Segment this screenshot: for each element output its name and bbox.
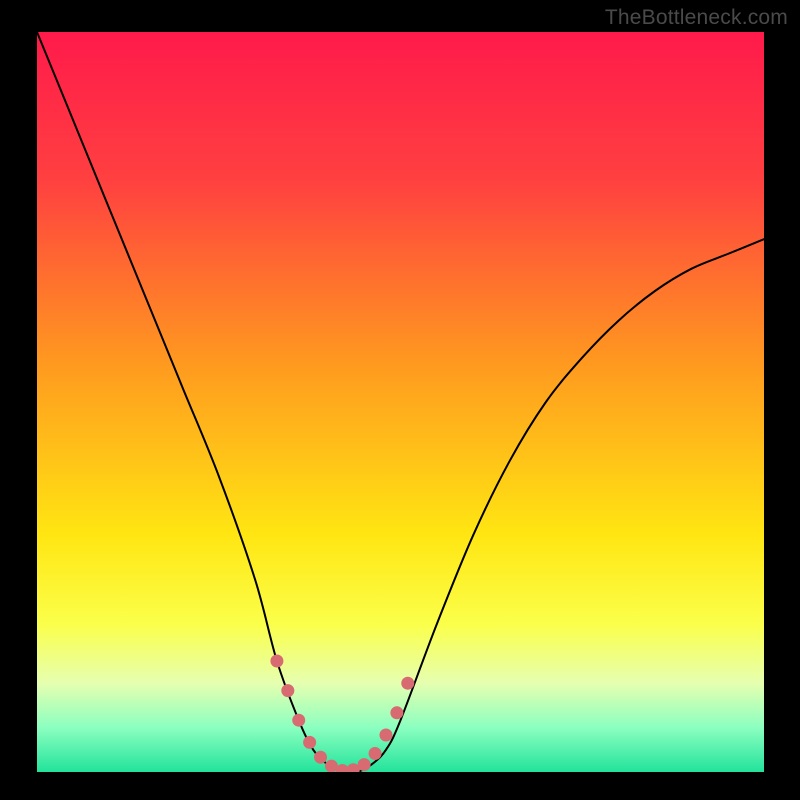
highlight-dot — [390, 706, 403, 719]
highlight-dot — [314, 751, 327, 764]
highlight-dot — [358, 758, 371, 771]
highlight-dot — [303, 736, 316, 749]
bottleneck-chart — [0, 0, 800, 800]
plot-background — [37, 32, 764, 772]
highlight-dot — [401, 677, 414, 690]
highlight-dot — [379, 729, 392, 742]
chart-stage: TheBottleneck.com — [0, 0, 800, 800]
highlight-dot — [270, 655, 283, 668]
highlight-dot — [369, 747, 382, 760]
watermark-text: TheBottleneck.com — [605, 6, 788, 30]
highlight-dot — [281, 684, 294, 697]
highlight-dot — [292, 714, 305, 727]
